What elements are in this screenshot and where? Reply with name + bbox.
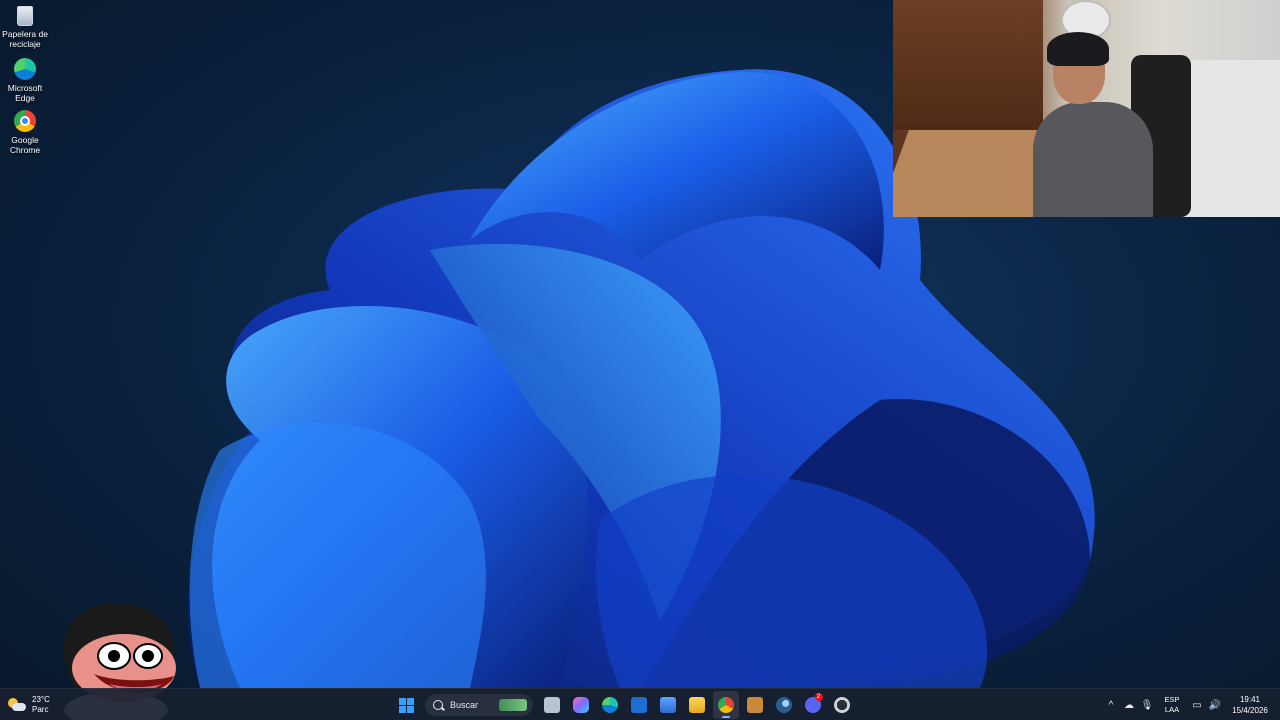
desktop-icon-label: Microsoft Edge: [7, 83, 43, 103]
language-code: ESP: [1164, 695, 1180, 704]
language-indicator[interactable]: ESP LAA: [1160, 695, 1184, 715]
clock-date: 15/4/2026: [1232, 706, 1268, 715]
webcam-cabinet: [893, 0, 1043, 130]
steam-icon: [775, 697, 792, 713]
search-box[interactable]: Buscar: [425, 694, 533, 716]
edge-icon: [14, 58, 36, 80]
chrome-icon: [717, 697, 734, 713]
windows-logo-icon: [399, 697, 414, 713]
obs-icon: [833, 697, 850, 713]
copilot-button[interactable]: [568, 691, 594, 719]
obs-button[interactable]: [829, 691, 855, 719]
webcam-overlay: [893, 0, 1280, 217]
weather-temperature: 23°C: [32, 695, 50, 704]
keyboard-layout: LAA: [1164, 705, 1180, 714]
partly-cloudy-icon: [8, 698, 26, 712]
desktop-icon-edge[interactable]: Microsoft Edge: [2, 54, 48, 103]
microphone-icon[interactable]: 🎙: [1138, 691, 1156, 719]
clock[interactable]: 19:41 15/4/2026: [1228, 694, 1272, 716]
game-app-icon: [746, 697, 763, 713]
task-view-icon: [543, 697, 560, 713]
desktop-icon-label: Papelera de reciclaje: [2, 29, 48, 49]
file-explorer-icon: [688, 697, 705, 713]
discord-button[interactable]: 2: [800, 691, 826, 719]
copilot-icon: [572, 697, 589, 713]
recycle-bin-icon: [17, 6, 33, 26]
volume-icon[interactable]: 🔊: [1206, 691, 1224, 719]
onedrive-icon[interactable]: ☁: [1120, 691, 1138, 719]
desktop-icon-recycle-bin[interactable]: Papelera de reciclaje: [2, 2, 48, 49]
search-icon: [433, 700, 443, 710]
desktop-icon-label: Google Chrome: [9, 135, 41, 155]
chrome-button[interactable]: [712, 691, 739, 719]
edge-icon: [601, 697, 618, 713]
clock-time: 19:41: [1239, 695, 1261, 704]
search-highlight-icon: [499, 699, 527, 711]
chrome-icon: [14, 110, 36, 132]
start-button[interactable]: [394, 691, 420, 719]
network-icon[interactable]: ▭: [1188, 691, 1206, 719]
search-placeholder: Buscar: [450, 700, 479, 710]
taskbar-center: Buscar 2: [392, 689, 856, 720]
weather-condition: Parc: [32, 705, 49, 714]
show-hidden-icons-button[interactable]: ^: [1102, 691, 1120, 719]
store-icon: [659, 697, 676, 713]
game-app-button[interactable]: [742, 691, 768, 719]
file-explorer-button[interactable]: [684, 691, 710, 719]
taskbar: 23°C Parc Buscar 2 ^ ☁ 🎙 ESP LAA ▭ 🔊 19:…: [0, 688, 1280, 720]
weather-widget[interactable]: 23°C Parc: [8, 692, 50, 718]
edge-button[interactable]: [597, 691, 623, 719]
system-tray: ^ ☁ 🎙 ESP LAA ▭ 🔊 19:41 15/4/2026: [1102, 689, 1280, 720]
notification-badge: 2: [814, 693, 823, 701]
task-view-button[interactable]: [539, 691, 565, 719]
outlook-button[interactable]: [626, 691, 652, 719]
store-button[interactable]: [655, 691, 681, 719]
outlook-icon: [630, 697, 647, 713]
steam-button[interactable]: [771, 691, 797, 719]
webcam-person: [1033, 30, 1153, 217]
desktop-icon-chrome[interactable]: Google Chrome: [2, 106, 48, 155]
